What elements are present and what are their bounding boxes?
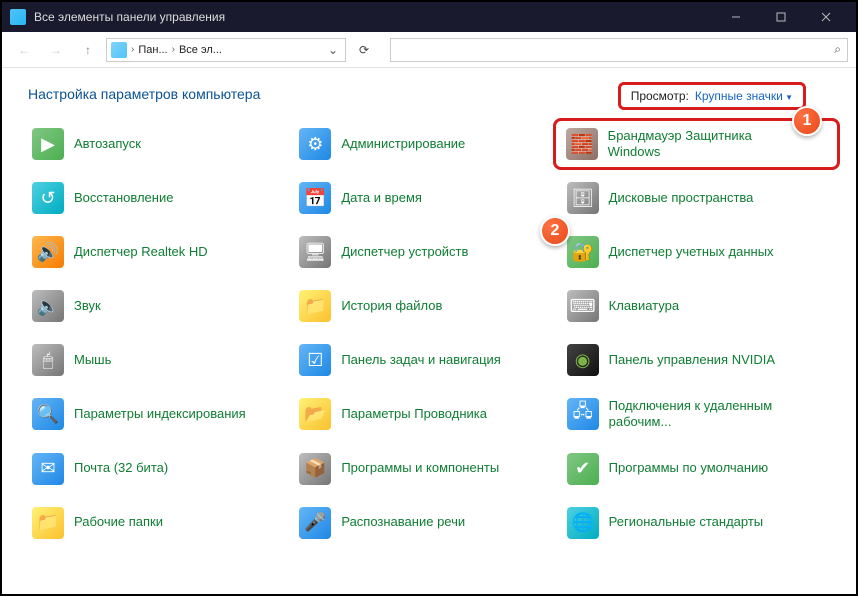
forward-button[interactable]: → xyxy=(42,36,70,64)
minimize-button[interactable] xyxy=(713,2,758,32)
control-panel-item[interactable]: 🖱 Мышь xyxy=(28,340,295,380)
mail-icon: ✉ xyxy=(32,453,64,485)
content-area: Настройка параметров компьютера Просмотр… xyxy=(2,68,856,594)
item-label: Звук xyxy=(74,298,101,314)
item-label: Параметры Проводника xyxy=(341,406,487,422)
work-folders-icon: 📁 xyxy=(32,507,64,539)
firewall-icon: 🧱 xyxy=(566,128,598,160)
date-time-icon: 📅 xyxy=(299,182,331,214)
item-label: Программы по умолчанию xyxy=(609,460,768,476)
control-panel-item[interactable]: 🗄 Дисковые пространства xyxy=(563,178,830,218)
control-panel-item[interactable]: 🌐 Региональные стандарты xyxy=(563,503,830,543)
keyboard-icon: ⌨ xyxy=(567,290,599,322)
view-value[interactable]: Крупные значки xyxy=(695,89,793,103)
remote-desktop-icon: 🖧 xyxy=(567,398,599,430)
indexing-icon: 🔍 xyxy=(32,398,64,430)
search-input[interactable]: ⌕ xyxy=(390,38,848,62)
device-manager-icon: 🖥 xyxy=(299,236,331,268)
item-label: Администрирование xyxy=(341,136,465,152)
control-panel-item[interactable]: 📦 Программы и компоненты xyxy=(295,449,562,489)
window-title: Все элементы панели управления xyxy=(34,10,713,24)
annotation-callout-2: 2 xyxy=(540,216,570,246)
item-label: История файлов xyxy=(341,298,442,314)
item-label: Дата и время xyxy=(341,190,422,206)
back-button[interactable]: ← xyxy=(10,36,38,64)
up-button[interactable]: ↑ xyxy=(74,36,102,64)
programs-icon: 📦 xyxy=(299,453,331,485)
item-label: Панель управления NVIDIA xyxy=(609,352,775,368)
control-panel-item[interactable]: 🔍 Параметры индексирования xyxy=(28,394,295,435)
credential-manager-icon: 🔐 xyxy=(567,236,599,268)
view-selector[interactable]: Просмотр: Крупные значки xyxy=(618,82,806,110)
control-panel-item[interactable]: ✉ Почта (32 бита) xyxy=(28,449,295,489)
item-label: Брандмауэр Защитника Windows xyxy=(608,128,788,161)
breadcrumb-2[interactable]: Все эл... xyxy=(179,44,222,56)
taskbar-icon: ☑ xyxy=(299,344,331,376)
item-label: Диспетчер устройств xyxy=(341,244,468,260)
item-label: Диспетчер учетных данных xyxy=(609,244,774,260)
address-bar[interactable]: › Пан... › Все эл... ⌄ xyxy=(106,38,346,62)
admin-tools-icon: ⚙ xyxy=(299,128,331,160)
control-panel-item[interactable]: 📁 История файлов xyxy=(295,286,562,326)
refresh-button[interactable]: ⟳ xyxy=(350,36,378,64)
navbar: ← → ↑ › Пан... › Все эл... ⌄ ⟳ ⌕ xyxy=(2,32,856,68)
view-label: Просмотр: xyxy=(631,89,689,103)
chevron-right-icon: › xyxy=(172,44,175,55)
item-label: Распознавание речи xyxy=(341,514,465,530)
region-icon: 🌐 xyxy=(567,507,599,539)
item-label: Диспетчер Realtek HD xyxy=(74,244,208,260)
item-label: Мышь xyxy=(74,352,111,368)
autoplay-icon: ▶ xyxy=(32,128,64,160)
items-grid: ▶ Автозапуск ⚙ Администрирование 🧱 Брандмауэр… xyxy=(28,124,830,543)
breadcrumb-1[interactable]: Пан... xyxy=(138,44,167,56)
chevron-right-icon: › xyxy=(131,44,134,55)
control-panel-item[interactable]: 🖧 Подключения к удаленным рабочим... xyxy=(563,394,830,435)
control-panel-item[interactable]: 🎤 Распознавание речи xyxy=(295,503,562,543)
control-panel-item[interactable]: ☑ Панель задач и навигация xyxy=(295,340,562,380)
control-panel-item[interactable]: 📅 Дата и время xyxy=(295,178,562,218)
close-button[interactable] xyxy=(803,2,848,32)
control-panel-item[interactable]: 📂 Параметры Проводника xyxy=(295,394,562,435)
speech-icon: 🎤 xyxy=(299,507,331,539)
item-label: Автозапуск xyxy=(74,136,141,152)
page-title: Настройка параметров компьютера xyxy=(28,86,260,102)
control-panel-crumb-icon xyxy=(111,42,127,58)
realtek-icon: 🔊 xyxy=(32,236,64,268)
address-dropdown-icon[interactable]: ⌄ xyxy=(325,43,341,57)
storage-spaces-icon: 🗄 xyxy=(567,182,599,214)
control-panel-item[interactable]: ◉ Панель управления NVIDIA xyxy=(563,340,830,380)
sound-icon: 🔈 xyxy=(32,290,64,322)
mouse-icon: 🖱 xyxy=(32,344,64,376)
item-label: Параметры индексирования xyxy=(74,406,246,422)
control-panel-icon xyxy=(10,9,26,25)
control-panel-item[interactable]: 🔐 Диспетчер учетных данных xyxy=(563,232,830,272)
item-label: Почта (32 бита) xyxy=(74,460,168,476)
control-panel-item[interactable]: 🔊 Диспетчер Realtek HD xyxy=(28,232,295,272)
default-programs-icon: ✔ xyxy=(567,453,599,485)
explorer-options-icon: 📂 xyxy=(299,398,331,430)
item-label: Региональные стандарты xyxy=(609,514,763,530)
control-panel-item[interactable]: ↺ Восстановление xyxy=(28,178,295,218)
item-label: Панель задач и навигация xyxy=(341,352,501,368)
item-label: Рабочие папки xyxy=(74,514,163,530)
item-label: Подключения к удаленным рабочим... xyxy=(609,398,789,431)
recovery-icon: ↺ xyxy=(32,182,64,214)
item-label: Клавиатура xyxy=(609,298,679,314)
control-panel-item[interactable]: ⚙ Администрирование xyxy=(295,124,562,164)
search-icon: ⌕ xyxy=(834,42,841,57)
control-panel-item[interactable]: ▶ Автозапуск xyxy=(28,124,295,164)
file-history-icon: 📁 xyxy=(299,290,331,322)
item-label: Программы и компоненты xyxy=(341,460,499,476)
control-panel-item[interactable]: ⌨ Клавиатура xyxy=(563,286,830,326)
control-panel-item[interactable]: 🔈 Звук xyxy=(28,286,295,326)
control-panel-item[interactable]: ✔ Программы по умолчанию xyxy=(563,449,830,489)
annotation-callout-1: 1 xyxy=(792,106,822,136)
item-label: Дисковые пространства xyxy=(609,190,754,206)
titlebar: Все элементы панели управления xyxy=(2,2,856,32)
control-panel-item[interactable]: 🖥 Диспетчер устройств xyxy=(295,232,562,272)
item-label: Восстановление xyxy=(74,190,173,206)
maximize-button[interactable] xyxy=(758,2,803,32)
control-panel-item[interactable]: 📁 Рабочие папки xyxy=(28,503,295,543)
nvidia-icon: ◉ xyxy=(567,344,599,376)
